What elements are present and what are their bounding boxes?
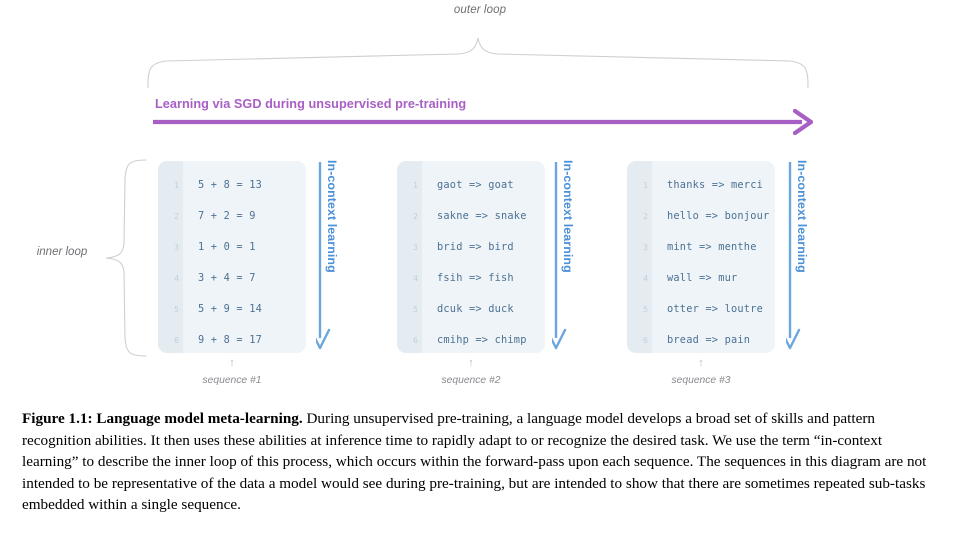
sequence-caption-1: sequence #1 <box>202 375 262 386</box>
sequence-panel-3: 1 thanks => merci 2 hello => bonjour 3 m… <box>627 161 775 353</box>
code-line: 5 dcuk => duck <box>397 294 545 325</box>
line-number: 6 <box>413 336 418 345</box>
code-text: wall => mur <box>667 272 738 284</box>
code-text: cmihp => chimp <box>437 334 527 346</box>
line-number: 5 <box>174 305 179 314</box>
code-text: bread => pain <box>667 334 751 346</box>
sequence-caption-3: sequence #3 <box>671 375 731 386</box>
code-text: dcuk => duck <box>437 303 514 315</box>
outer-loop-label: outer loop <box>453 4 507 16</box>
code-text: brid => bird <box>437 241 514 253</box>
code-line: 2 hello => bonjour <box>627 201 775 232</box>
outer-loop-brace-icon <box>140 30 820 89</box>
code-text: sakne => snake <box>437 210 527 222</box>
code-line: 2 sakne => snake <box>397 201 545 232</box>
code-line: 5 otter => loutre <box>627 294 775 325</box>
in-context-learning-label: In-context learning <box>795 160 809 273</box>
line-number: 1 <box>413 181 418 190</box>
line-number: 2 <box>643 212 648 221</box>
code-text: otter => loutre <box>667 303 763 315</box>
figure-caption: Figure 1.1: Language model meta-learning… <box>22 408 942 516</box>
line-number: 6 <box>643 336 648 345</box>
code-text: 9 + 8 = 17 <box>198 334 262 346</box>
line-number: 1 <box>643 181 648 190</box>
code-text: thanks => merci <box>667 179 763 191</box>
line-number: 2 <box>413 212 418 221</box>
code-text: gaot => goat <box>437 179 514 191</box>
sgd-arrow-icon <box>150 106 820 136</box>
line-number: 3 <box>643 243 648 252</box>
code-text: 3 + 4 = 7 <box>198 272 256 284</box>
code-line: 6 cmihp => chimp <box>397 325 545 353</box>
in-context-learning-arrow-2: In-context learning <box>552 160 592 356</box>
figure-diagram: outer loop inner loop Learning via SGD d… <box>0 0 960 398</box>
line-number: 5 <box>413 305 418 314</box>
line-number: 3 <box>174 243 179 252</box>
code-line: 3 1 + 0 = 1 <box>158 232 306 263</box>
line-number: 4 <box>413 274 418 283</box>
line-number: 1 <box>174 181 179 190</box>
sequence-tick-icon-2: ↑ <box>468 357 474 369</box>
sequence-tick-icon-1: ↑ <box>229 357 235 369</box>
in-context-learning-label: In-context learning <box>325 160 339 273</box>
line-number: 6 <box>174 336 179 345</box>
code-line: 1 gaot => goat <box>397 170 545 201</box>
line-number: 3 <box>413 243 418 252</box>
inner-loop-label: inner loop <box>36 246 88 258</box>
code-line: 1 thanks => merci <box>627 170 775 201</box>
code-line: 5 5 + 9 = 14 <box>158 294 306 325</box>
code-text: 5 + 9 = 14 <box>198 303 262 315</box>
code-text: hello => bonjour <box>667 210 770 222</box>
sequence-panel-2: 1 gaot => goat 2 sakne => snake 3 brid =… <box>397 161 545 353</box>
line-number: 5 <box>643 305 648 314</box>
in-context-learning-arrow-1: In-context learning <box>316 160 356 356</box>
code-line: 2 7 + 2 = 9 <box>158 201 306 232</box>
code-text: mint => menthe <box>667 241 757 253</box>
inner-loop-brace-icon <box>104 158 148 358</box>
sequence-caption-2: sequence #2 <box>441 375 501 386</box>
code-text: 5 + 8 = 13 <box>198 179 262 191</box>
code-line: 6 bread => pain <box>627 325 775 353</box>
code-line: 4 3 + 4 = 7 <box>158 263 306 294</box>
code-line: 4 fsih => fish <box>397 263 545 294</box>
code-line: 3 mint => menthe <box>627 232 775 263</box>
code-line: 4 wall => mur <box>627 263 775 294</box>
line-number: 4 <box>174 274 179 283</box>
code-text: 7 + 2 = 9 <box>198 210 256 222</box>
line-number: 2 <box>174 212 179 221</box>
sequence-panel-1: 1 5 + 8 = 13 2 7 + 2 = 9 3 1 + 0 = 1 4 3… <box>158 161 306 353</box>
code-text: 1 + 0 = 1 <box>198 241 256 253</box>
code-line: 3 brid => bird <box>397 232 545 263</box>
code-text: fsih => fish <box>437 272 514 284</box>
sequence-tick-icon-3: ↑ <box>698 357 704 369</box>
code-line: 6 9 + 8 = 17 <box>158 325 306 353</box>
in-context-learning-label: In-context learning <box>561 160 575 273</box>
figure-caption-label: Figure 1.1: Language model meta-learning… <box>22 410 303 427</box>
line-number: 4 <box>643 274 648 283</box>
in-context-learning-arrow-3: In-context learning <box>786 160 826 356</box>
code-line: 1 5 + 8 = 13 <box>158 170 306 201</box>
